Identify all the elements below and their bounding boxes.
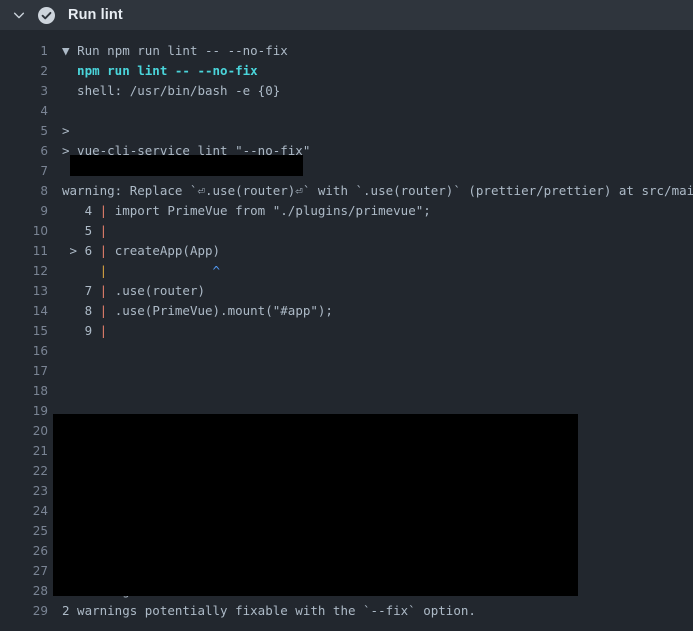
line-number: 9 [40, 204, 48, 218]
code-token: 4 [62, 203, 100, 218]
line-number: 16 [32, 344, 48, 358]
line-content: warning: Replace `⏎.use(router)⏎` with `… [48, 181, 693, 201]
check-circle-icon [37, 6, 55, 24]
code-token: import PrimeVue from "./plugins/primevue… [107, 203, 431, 218]
line-number: 17 [32, 364, 48, 378]
line-content: ▼ Run npm run lint -- --no-fix [48, 41, 693, 61]
code-token: shell: /usr/bin/bash -e {0} [62, 83, 281, 98]
line-content: 5 | [48, 221, 693, 241]
page-title: Run lint [68, 7, 123, 23]
line-content: 8 | .use(PrimeVue).mount("#app"); [48, 301, 693, 321]
log-line: 18 [0, 381, 693, 401]
code-token: npm run lint -- --no-fix [62, 63, 258, 78]
line-content: > [48, 121, 693, 141]
log-line: 14 8 | .use(PrimeVue).mount("#app"); [0, 301, 693, 321]
log-line: 10 5 | [0, 221, 693, 241]
line-number: 7 [40, 164, 48, 178]
log-line: 1 ▼ Run npm run lint -- --no-fix [0, 41, 693, 61]
code-token: .use(router) [107, 283, 206, 298]
code-token: 7 [62, 283, 100, 298]
code-token: ▼ [62, 43, 78, 58]
line-number: 1 [40, 44, 48, 58]
code-token: createApp(App) [107, 243, 221, 258]
log-line: 2 npm run lint -- --no-fix [0, 61, 693, 81]
code-token: > [62, 123, 78, 138]
line-content: 2 warnings potentially fixable with the … [48, 601, 693, 621]
log-line: 8 warning: Replace `⏎.use(router)⏎` with … [0, 181, 693, 201]
line-number: 11 [32, 244, 48, 258]
redaction-box-command [70, 155, 303, 176]
log-line: 5 > [0, 121, 693, 141]
code-token: Run npm run lint -- --no-fix [77, 43, 288, 58]
log-line: 12 | ^ [0, 261, 693, 281]
log-line: 11 > 6 | createApp(App) [0, 241, 693, 261]
line-number: 12 [32, 264, 48, 278]
line-number: 24 [32, 504, 48, 518]
line-number: 26 [32, 544, 48, 558]
log-line: 15 9 | [0, 321, 693, 341]
line-content: 9 | [48, 321, 693, 341]
code-token: .use(PrimeVue).mount("#app"); [107, 303, 333, 318]
chevron-down-icon[interactable] [8, 4, 30, 26]
line-number: 22 [32, 464, 48, 478]
line-content: npm run lint -- --no-fix [48, 61, 693, 81]
code-token: 8 [62, 303, 100, 318]
log-line: 29 2 warnings potentially fixable with th… [0, 601, 693, 621]
log-group-header[interactable]: Run lint [0, 0, 693, 31]
line-content: | ^ [48, 261, 693, 281]
code-token: 9 [62, 323, 100, 338]
line-number: 21 [32, 444, 48, 458]
line-number: 28 [32, 584, 48, 598]
line-number: 5 [40, 124, 48, 138]
line-number: 15 [32, 324, 48, 338]
line-number: 2 [40, 64, 48, 78]
line-number: 18 [32, 384, 48, 398]
code-token: warning: Replace `⏎.use(router)⏎` with `… [62, 183, 693, 198]
code-token: | [99, 223, 108, 238]
log-line: 16 [0, 341, 693, 361]
log-line: 17 [0, 361, 693, 381]
line-number: 29 [32, 604, 48, 618]
line-number: 14 [32, 304, 48, 318]
line-number: 25 [32, 524, 48, 538]
code-token: > 6 [62, 243, 100, 258]
code-token: 5 [62, 223, 100, 238]
code-token: | [99, 323, 108, 338]
line-number: 20 [32, 424, 48, 438]
line-number: 6 [40, 144, 48, 158]
line-content: 4 | import PrimeVue from "./plugins/prim… [48, 201, 693, 221]
redaction-box-output [53, 414, 578, 596]
line-number: 13 [32, 284, 48, 298]
line-number: 27 [32, 564, 48, 578]
log-line: 13 7 | .use(router) [0, 281, 693, 301]
log-line: 9 4 | import PrimeVue from "./plugins/pr… [0, 201, 693, 221]
line-content: shell: /usr/bin/bash -e {0} [48, 81, 693, 101]
log-line: 3 shell: /usr/bin/bash -e {0} [0, 81, 693, 101]
line-number: 3 [40, 84, 48, 98]
line-number: 8 [40, 184, 48, 198]
line-content: > 6 | createApp(App) [48, 241, 693, 261]
line-number: 4 [40, 104, 48, 118]
code-token: ^ [212, 263, 221, 278]
line-number: 10 [32, 224, 48, 238]
line-number: 23 [32, 484, 48, 498]
line-content: 7 | .use(router) [48, 281, 693, 301]
line-number: 19 [32, 404, 48, 418]
log-line: 4 [0, 101, 693, 121]
log-output[interactable]: 1 ▼ Run npm run lint -- --no-fix 2 npm run… [0, 31, 693, 631]
code-token: 2 warnings potentially fixable with the … [62, 603, 476, 618]
